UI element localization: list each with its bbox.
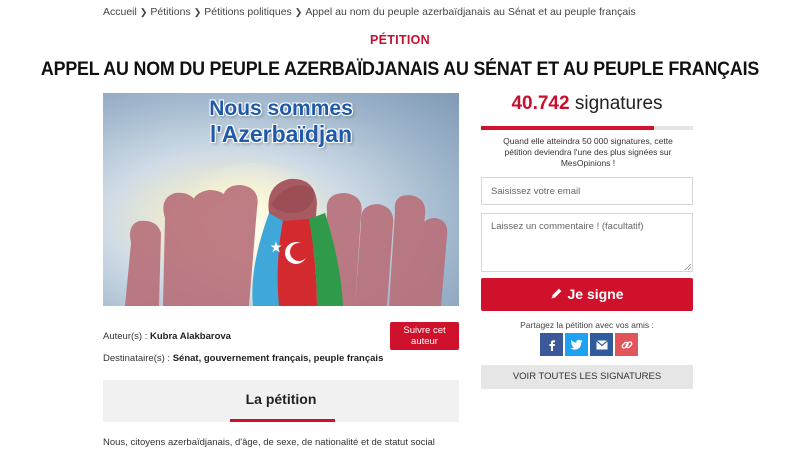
recipients-value: Sénat, gouvernement français, peuple fra…: [172, 353, 384, 364]
tab-petition-label: La pétition: [245, 391, 317, 407]
share-facebook-button[interactable]: [540, 333, 563, 356]
comment-field[interactable]: [481, 213, 693, 272]
share-email-button[interactable]: [590, 333, 613, 356]
email-icon: [595, 339, 608, 349]
share-twitter-button[interactable]: [565, 333, 588, 356]
recipients-label: Destinataire(s) :: [103, 353, 171, 364]
link-icon: [621, 340, 632, 349]
sign-button-label: Je signe: [567, 286, 624, 302]
signature-progress-fill: [481, 126, 654, 130]
image-headline-line2: l'Azerbaïdjan: [209, 121, 353, 147]
breadcrumb-political-petitions[interactable]: Pétitions politiques: [204, 6, 292, 18]
follow-author-button[interactable]: Suivre cet auteur: [390, 322, 459, 350]
recipients-row: Destinataire(s) : Sénat, gouvernement fr…: [103, 353, 383, 364]
facebook-icon: [548, 339, 555, 351]
author-name: Kubra Alakbarova: [150, 331, 231, 342]
twitter-icon: [570, 339, 583, 350]
breadcrumb-current: Appel au nom du peuple azerbaïdjanais au…: [305, 6, 636, 18]
chevron-right-icon: ❯: [193, 7, 202, 17]
petition-intro-text: Nous, citoyens azerbaïdjanais, d'âge, de…: [103, 437, 435, 448]
view-all-signatures-button[interactable]: VOIR TOUTES LES SIGNATURES: [481, 365, 693, 389]
petition-image: Nous sommes l'Azerbaïdjan: [103, 93, 459, 306]
pencil-icon: [552, 288, 562, 299]
author-label: Auteur(s) :: [103, 331, 148, 342]
signature-count: 40.742 signatures: [481, 93, 693, 115]
sign-petition-button[interactable]: Je signe: [481, 278, 693, 311]
tab-underline: [230, 419, 335, 422]
author-row: Auteur(s) : Kubra Alakbarova: [103, 331, 231, 342]
email-field[interactable]: [481, 177, 693, 205]
breadcrumb-petitions[interactable]: Pétitions: [150, 6, 190, 18]
petition-section-tab[interactable]: La pétition: [103, 380, 459, 422]
resize-handle-icon[interactable]: [684, 263, 692, 271]
page-title: APPEL AU NOM DU PEUPLE AZERBAÏDJANAIS AU…: [40, 59, 760, 80]
signature-count-number: 40.742: [511, 93, 570, 114]
chevron-right-icon: ❯: [139, 7, 148, 17]
signature-goal-text: Quand elle atteindra 50 000 signatures, …: [503, 136, 673, 168]
share-label: Partagez la pétition avec vos amis :: [520, 320, 654, 330]
breadcrumb-home[interactable]: Accueil: [103, 6, 137, 18]
petition-kicker: PÉTITION: [369, 33, 431, 47]
breadcrumb: Accueil ❯ Pétitions ❯ Pétitions politiques ❯ A…: [103, 6, 636, 18]
signature-progress-bar: [481, 126, 693, 130]
share-link-button[interactable]: [615, 333, 638, 356]
chevron-right-icon: ❯: [294, 7, 303, 17]
signature-count-label: signatures: [574, 93, 663, 114]
image-headline-line1: Nous sommes: [209, 97, 353, 120]
